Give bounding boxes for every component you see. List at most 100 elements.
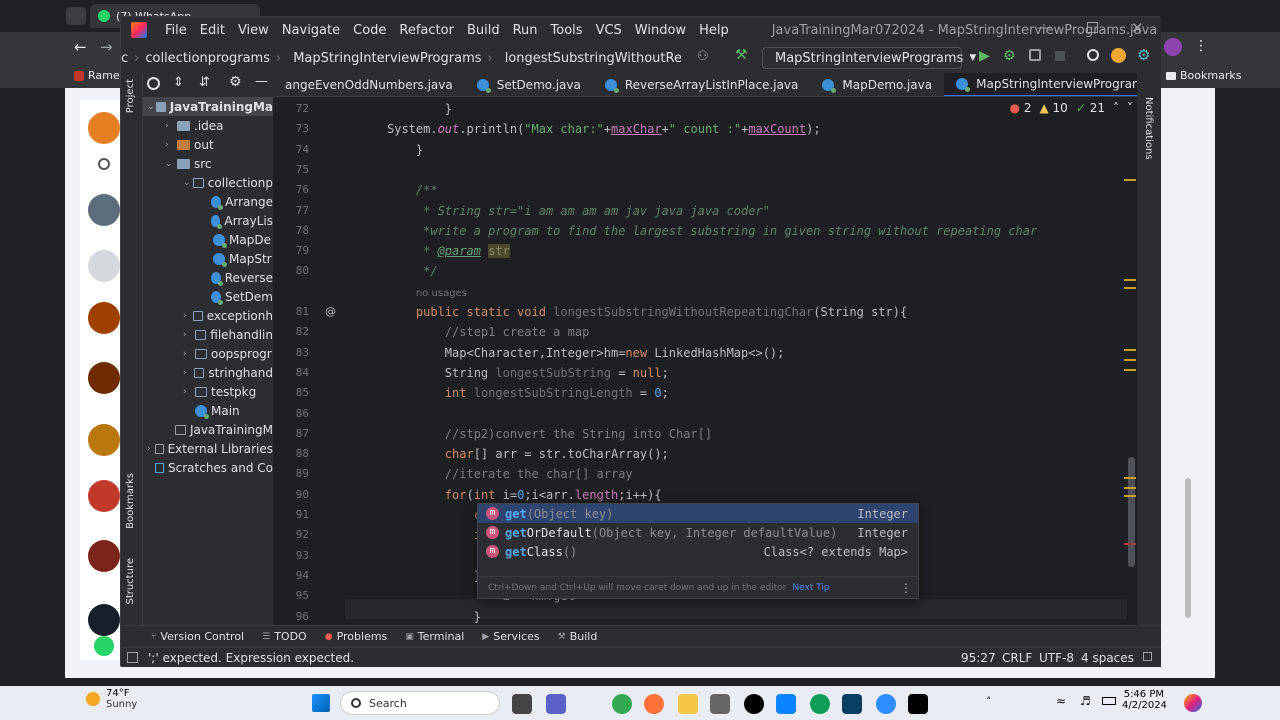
editor-tab[interactable]: ReverseArrayListInPlace.java: [593, 73, 811, 96]
edge-icon[interactable]: [810, 694, 830, 714]
warning-stripe-mark[interactable]: [1124, 287, 1136, 289]
tree-item[interactable]: ⌄ JavaTrainingMa: [143, 97, 273, 116]
tree-item[interactable]: ArrayLis: [143, 211, 273, 230]
tree-item[interactable]: JavaTrainingM: [143, 420, 273, 439]
menu-item-code[interactable]: Code: [353, 23, 386, 38]
tool-tab-terminal[interactable]: ▣ Terminal: [405, 630, 464, 643]
dell-icon[interactable]: [744, 694, 764, 714]
menu-item-build[interactable]: Build: [467, 23, 500, 38]
task-view-icon[interactable]: [512, 694, 532, 714]
bookmarks-tool-button[interactable]: Bookmarks: [125, 473, 136, 529]
chat-avatar[interactable]: [88, 424, 120, 456]
editor-scrollbar[interactable]: [1128, 457, 1135, 567]
caret-position[interactable]: 95:27: [961, 651, 996, 665]
tree-item[interactable]: › filehandlin: [143, 325, 273, 344]
chat-avatar[interactable]: [88, 540, 120, 572]
tree-item[interactable]: Arrange: [143, 192, 273, 211]
maximize-button[interactable]: [1087, 22, 1098, 33]
tree-item[interactable]: MapDe: [143, 230, 273, 249]
store-icon[interactable]: [710, 694, 730, 714]
tray-chevron-up-icon[interactable]: ˄: [986, 695, 992, 708]
bookmarks-folder[interactable]: Bookmarks: [1166, 69, 1241, 82]
completion-item[interactable]: m getOrDefault (Object key, Integer defaul…: [478, 523, 918, 542]
back-icon[interactable]: ←: [74, 38, 87, 56]
tab-search-icon[interactable]: [66, 7, 86, 25]
warning-stripe-mark[interactable]: [1124, 495, 1136, 497]
tool-tab-todo[interactable]: ☰ TODO: [262, 630, 307, 643]
forward-icon[interactable]: →: [100, 38, 113, 56]
menu-item-run[interactable]: Run: [513, 23, 538, 38]
menu-item-tools[interactable]: Tools: [551, 23, 583, 38]
file-explorer-icon[interactable]: [678, 694, 698, 714]
completion-item[interactable]: m get (Object key) Integer: [478, 504, 918, 523]
chat-avatar[interactable]: [88, 480, 120, 512]
start-button[interactable]: [312, 694, 330, 712]
chevron-down-icon[interactable]: ⌄: [183, 178, 193, 188]
editor-tab[interactable]: MapStringInterviewPrograms.java×: [944, 73, 1161, 96]
chevron-right-icon[interactable]: ›: [165, 121, 177, 131]
chat-avatar[interactable]: [88, 112, 120, 144]
browser-menu-icon[interactable]: ⋮: [1194, 38, 1208, 54]
tree-item[interactable]: › out: [143, 135, 273, 154]
chevron-down-icon[interactable]: ⌄: [165, 159, 177, 169]
user-icon[interactable]: ⚇: [697, 49, 709, 64]
debug-icon[interactable]: ⚙: [1003, 48, 1016, 64]
build-hammer-icon[interactable]: ⚒: [735, 47, 748, 63]
menu-item-file[interactable]: File: [165, 23, 187, 38]
weather-widget[interactable]: 74°F Sunny: [86, 688, 137, 710]
notifications-tool-button[interactable]: Notifications: [1143, 97, 1154, 160]
tree-item[interactable]: ⌄ src: [143, 154, 273, 173]
run-config-select[interactable]: MapStringInterviewPrograms ▼: [762, 47, 976, 69]
tree-item[interactable]: › exceptionh: [143, 306, 273, 325]
app-icon[interactable]: [776, 694, 796, 714]
tree-item[interactable]: › oopsprogr: [143, 344, 273, 363]
editor-tab[interactable]: SetDemo.java: [465, 73, 593, 96]
warning-stripe-mark[interactable]: [1124, 487, 1136, 489]
chevron-right-icon[interactable]: ›: [165, 140, 177, 150]
select-opened-file-icon[interactable]: [147, 77, 160, 90]
breadcrumb-item[interactable]: longestSubstringWithoutRepeatingChar: [505, 51, 681, 66]
menu-item-refactor[interactable]: Refactor: [399, 23, 454, 38]
tree-item[interactable]: › External Libraries: [143, 439, 273, 458]
line-separator[interactable]: CRLF: [1002, 651, 1032, 665]
options-gear-icon[interactable]: ⚙: [229, 74, 242, 90]
close-button[interactable]: ✕: [1131, 19, 1144, 37]
lock-icon[interactable]: [1143, 652, 1152, 661]
search-icon[interactable]: [98, 158, 110, 170]
copilot-icon[interactable]: [1184, 694, 1202, 712]
breadcrumb-item[interactable]: MapStringInterviewPrograms: [293, 51, 481, 66]
tree-item[interactable]: › .idea: [143, 116, 273, 135]
tree-item[interactable]: SetDem: [143, 287, 273, 306]
menu-item-vcs[interactable]: VCS: [596, 23, 622, 38]
tree-item[interactable]: › stringhand: [143, 363, 273, 382]
file-encoding[interactable]: UTF-8: [1039, 651, 1074, 665]
chrome-icon[interactable]: [612, 694, 632, 714]
expand-all-icon[interactable]: ⇕: [173, 75, 184, 90]
whatsapp-scrollbar[interactable]: [1185, 478, 1191, 618]
chat-avatar[interactable]: [88, 302, 120, 334]
chevron-right-icon[interactable]: ›: [183, 349, 195, 359]
clock[interactable]: 5:46 PM 4/2/2024: [1122, 689, 1167, 711]
chevron-right-icon[interactable]: ›: [183, 311, 193, 321]
override-marker-icon[interactable]: @: [325, 305, 336, 318]
breadcrumb-item[interactable]: c: [121, 51, 128, 66]
menu-item-help[interactable]: Help: [699, 23, 729, 38]
stop-icon[interactable]: [1055, 51, 1065, 61]
menu-item-view[interactable]: View: [238, 23, 269, 38]
status-message[interactable]: ';' expected. Expression expected.: [148, 651, 354, 665]
tool-tab-build[interactable]: ⚒ Build: [558, 630, 598, 643]
tree-item[interactable]: ⌄ collectionp: [143, 173, 273, 192]
completion-item[interactable]: m getClass() Class<? extends Map>: [478, 542, 918, 561]
taskbar-search[interactable]: Search: [340, 691, 500, 715]
app-icon[interactable]: [842, 694, 862, 714]
search-icon[interactable]: [1087, 49, 1099, 61]
chevron-right-icon[interactable]: ›: [183, 330, 195, 340]
run-icon[interactable]: ▶: [979, 48, 990, 64]
editor-tab[interactable]: MapDemo.java: [810, 73, 944, 96]
chat-avatar[interactable]: [88, 604, 120, 636]
menu-item-window[interactable]: Window: [635, 23, 686, 38]
tool-tab-problems[interactable]: ● Problems: [325, 630, 388, 643]
chevron-right-icon[interactable]: ›: [183, 368, 194, 378]
chevron-right-icon[interactable]: ›: [183, 387, 195, 397]
update-icon[interactable]: [1111, 48, 1126, 63]
